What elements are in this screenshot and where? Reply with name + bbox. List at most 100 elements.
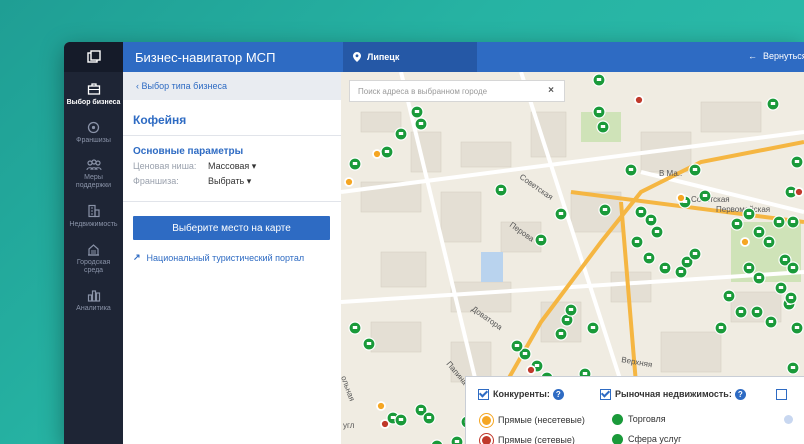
cart-icon [726,294,732,297]
rail-item-label: Городская среда [76,259,111,274]
app-window: Выбор бизнеса Франшизы Меры поддержки Не… [64,42,804,444]
competitor-marker[interactable] [376,401,386,411]
cart-icon [778,286,784,289]
cart-icon [794,326,800,329]
rail-item-franchise[interactable]: Франшизы [64,121,123,145]
faded-dot-icon [784,415,793,425]
help-icon[interactable]: ? [552,389,564,401]
street-label: Верхняя [621,355,653,369]
legend-realestate: Рыночная недвижимость: [615,389,732,399]
map-view[interactable]: Советская Перова Доватора Папина Верхняя… [341,72,804,444]
competitors-toggle[interactable]: Конкуренты:? [478,389,564,401]
legend-item: Торговля [612,414,666,426]
cart-icon [414,110,420,113]
cart-icon [596,78,602,81]
help-icon[interactable]: ? [734,389,746,401]
competitor-marker[interactable] [372,149,382,159]
param-key: Франшиза: [133,176,179,186]
business-select-icon [87,83,100,95]
city-selector[interactable]: Липецк [343,42,477,72]
breadcrumb[interactable]: ‹ Выбор типа бизнеса [123,72,341,100]
link-label: Национальный туристический портал [146,252,305,263]
rail-item-label: Меры поддержки [75,174,112,189]
competitor-marker[interactable] [676,193,686,203]
cart-icon [756,230,762,233]
section-title: Основные параметры [133,146,244,157]
cart-icon [366,342,372,345]
analytics-icon [87,290,100,302]
cart-icon [638,210,644,213]
support-icon [85,159,102,171]
street-label: В Ма.. [659,169,682,178]
legend-item: Прямые (несетевые) [480,414,585,427]
cart-icon [702,194,708,197]
legend-label: Торговля [628,414,666,424]
cart-icon [352,326,358,329]
competitor-marker[interactable] [526,365,536,375]
cart-icon [746,212,752,215]
price-niche-dropdown[interactable]: Массовая ▾ [208,161,256,172]
cart-icon [426,416,432,419]
cart-icon [790,366,796,369]
close-icon[interactable]: × [548,85,554,96]
cart-icon [790,220,796,223]
realestate-toggle[interactable]: Рыночная недвижимость:? [600,389,746,401]
cart-icon [734,222,740,225]
competitor-marker[interactable] [740,237,750,247]
choose-location-button[interactable]: Выберите место на карте [133,216,330,240]
checkbox-icon[interactable] [776,389,787,401]
map-legend: Конкуренты:? Рыночная недвижимость:? Пря… [465,376,804,444]
app-logo[interactable] [64,42,123,72]
business-marker[interactable] [430,439,444,444]
competitor-marker[interactable] [344,177,354,187]
extra-toggle[interactable] [776,389,791,401]
rail-item-city[interactable]: Городская среда [64,243,123,275]
side-rail: Выбор бизнеса Франшизы Меры поддержки Не… [64,42,123,444]
cart-icon [498,188,504,191]
franchise-dropdown[interactable]: Выбрать ▾ [208,176,251,187]
cart-icon [558,212,564,215]
rail-item-realestate[interactable]: Недвижимость [64,204,123,229]
cart-icon [522,352,528,355]
cart-icon [418,122,424,125]
cart-icon [418,408,424,411]
cart-icon [596,110,602,113]
rail-item-business[interactable]: Выбор бизнеса [64,82,123,107]
checkbox-icon[interactable] [478,389,489,401]
back-to-portal-link[interactable]: ← Вернуться на портал [748,51,804,61]
cart-icon [538,238,544,241]
competitor-marker[interactable] [634,95,644,105]
cart-icon [782,258,788,261]
cart-icon [754,310,760,313]
checkbox-icon[interactable] [600,389,611,401]
cart-icon [514,344,520,347]
app-title: Бизнес-навигатор МСП [135,50,276,65]
cart-icon [738,310,744,313]
cart-icon [718,326,724,329]
location-pin-icon [353,52,361,62]
cart-icon [692,252,698,255]
cart-icon [600,125,606,128]
rail-item-analytics[interactable]: Аналитика [64,289,123,313]
cart-icon [770,102,776,105]
cart-icon [590,326,596,329]
city-environment-icon [88,244,99,256]
cart-icon [568,308,574,311]
competitor-marker[interactable] [794,187,804,197]
tourist-portal-link[interactable]: ↗ Национальный туристический портал [133,252,341,263]
street-label: Советская [518,172,555,202]
cart-icon [534,364,540,367]
cart-icon [684,260,690,263]
city-name: Липецк [367,52,400,62]
legend-label: Прямые (сетевые) [498,434,575,444]
star-marker-icon [612,434,623,444]
cart-icon [352,162,358,165]
cart-icon [654,230,660,233]
cart-icon [398,418,404,421]
rail-item-support[interactable]: Меры поддержки [64,159,123,190]
cart-icon [768,320,774,323]
cart-icon [582,372,588,375]
search-placeholder: Поиск адреса в выбранном городе [358,87,488,96]
address-search-input[interactable]: Поиск адреса в выбранном городе × [349,80,565,102]
real-estate-icon [88,204,100,218]
